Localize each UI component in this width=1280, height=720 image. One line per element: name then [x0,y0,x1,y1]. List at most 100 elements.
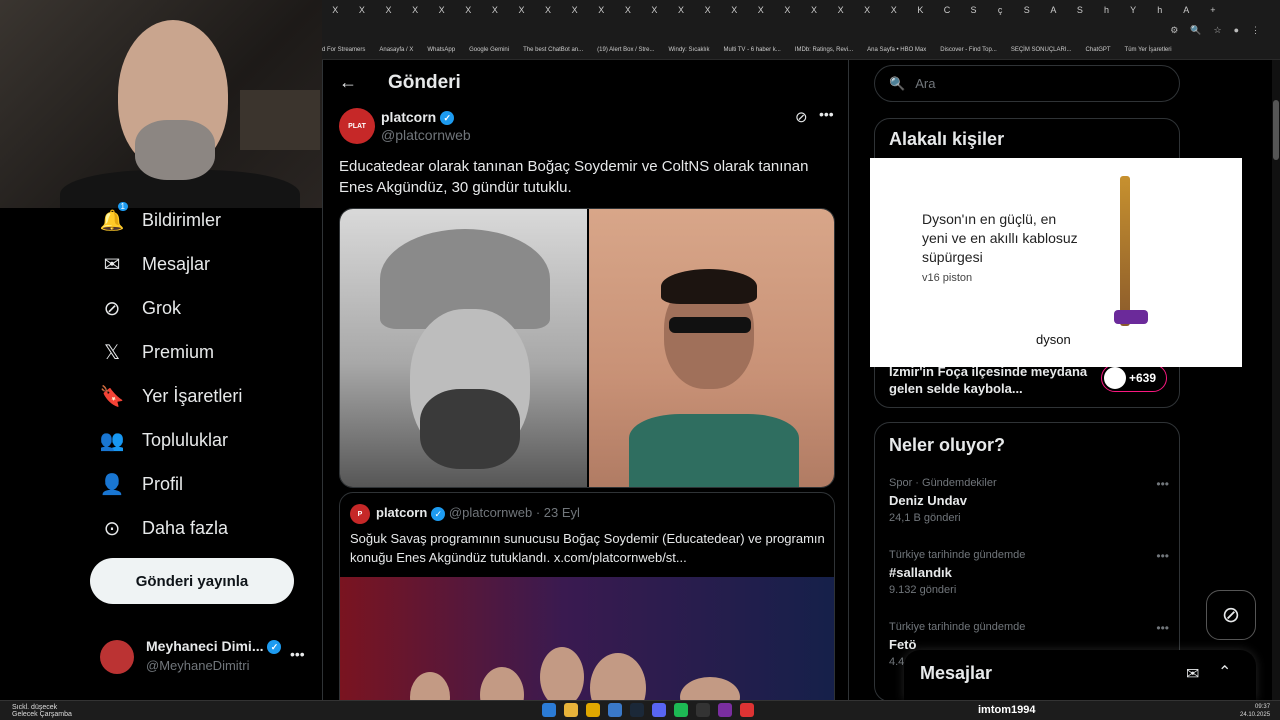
browser-tab[interactable]: X [615,5,642,15]
weather-widget[interactable]: Sıckl. düşecek Gelecek Çarşamba [12,704,72,718]
app-icon[interactable] [696,703,710,717]
tweet-author-name[interactable]: platcorn [381,109,436,125]
bookmark-item[interactable]: Anasayfa / X [379,47,413,53]
browser-tab[interactable]: X [482,5,509,15]
nav-messages[interactable]: ✉ Mesajlar [100,252,210,276]
browser-tab[interactable]: C [934,5,961,15]
bookmark-item[interactable]: The best ChatBot an... [523,47,583,53]
folder-icon[interactable] [586,703,600,717]
nav-more[interactable]: ⊙ Daha fazla [100,516,228,540]
nav-communities[interactable]: 👥 Topluluklar [100,428,229,452]
browser-tab[interactable]: X [588,5,615,15]
account-switcher[interactable]: Meyhaneci Dimi... ✓ @MeyhaneDimitri ••• [100,636,310,680]
extension-icon[interactable]: ⚙ [1170,25,1178,36]
browser-tab[interactable]: K [907,5,934,15]
browser-tab[interactable]: A [1173,5,1200,15]
dyson-ad-overlay[interactable]: Dyson'ın en güçlü, en yeni ve en akıllı … [870,158,1242,367]
browser-tab[interactable]: X [827,5,854,15]
grok-floating-button[interactable]: ⊘ [1206,590,1256,640]
browser-tab[interactable]: X [535,5,562,15]
bookmark-item[interactable]: SEÇİM SONUÇLARI... [1011,47,1072,53]
browser-tab[interactable]: X [455,5,482,15]
browser-tab[interactable]: ç [987,5,1014,15]
nav-premium[interactable]: 𝕏 Premium [100,340,214,364]
nav-profile[interactable]: 👤 Profil [100,472,183,496]
bookmark-item[interactable]: d For Streamers [322,47,365,53]
system-clock[interactable]: 09:37 24.10.2025 [1240,703,1270,719]
browser-tab[interactable]: X [641,5,668,15]
search-input[interactable]: 🔍 Ara [874,65,1180,102]
browser-tab[interactable]: X [694,5,721,15]
star-icon[interactable]: ☆ [1213,25,1221,36]
chrome-icon[interactable] [564,703,578,717]
tweet-photo-right[interactable] [589,209,834,487]
browser-tab[interactable]: X [748,5,775,15]
back-arrow-icon[interactable]: ← [339,72,357,93]
post-button[interactable]: Gönderi yayınla [90,558,294,604]
tweet-author-handle[interactable]: @platcornweb [381,127,471,143]
zoom-icon[interactable]: 🔍 [1190,25,1201,36]
tweet-author-row[interactable]: platcorn ✓ [381,109,455,126]
bookmark-item[interactable]: Ana Sayfa • HBO Max [867,47,926,53]
messages-drawer[interactable]: Mesajlar ✉ ⌃ [904,650,1256,700]
new-tab-button[interactable]: + [1200,5,1227,15]
trend-item[interactable]: Spor · Gündemdekiler Deniz Undav 24,1 B … [889,477,1169,524]
browser-tab[interactable]: X [402,5,429,15]
chevron-up-icon[interactable]: ⌃ [1218,662,1231,682]
nav-notifications[interactable]: 🔔 1 Bildirimler [100,202,221,232]
quote-photo[interactable] [340,577,834,700]
app-icon[interactable] [608,703,622,717]
grok-icon[interactable]: ⊘ [795,108,808,126]
bookmark-item[interactable]: WhatsApp [427,47,455,53]
tweet-avatar[interactable]: PLAT [339,108,375,144]
more-horizontal-icon[interactable]: ••• [1156,621,1169,635]
story-count-badge[interactable]: +639 [1101,364,1167,392]
more-horizontal-icon[interactable]: ••• [290,646,305,662]
menu-icon[interactable]: ⋮ [1251,25,1260,36]
browser-tab[interactable]: X [561,5,588,15]
more-horizontal-icon[interactable]: ••• [819,106,834,122]
bookmark-item[interactable]: Tüm Yer İşaretleri [1125,47,1172,53]
profile-icon[interactable]: ● [1234,25,1239,35]
browser-tab[interactable]: h [1093,5,1120,15]
browser-tab[interactable]: X [668,5,695,15]
trend-item[interactable]: Türkiye tarihinde gündemde #sallandık 9.… [889,549,1169,596]
browser-tab[interactable]: X [721,5,748,15]
discord-icon[interactable] [652,703,666,717]
browser-tab[interactable]: A [1040,5,1067,15]
bookmark-item[interactable]: Discover - Find Top... [940,47,997,53]
nav-bookmarks[interactable]: 🔖 Yer İşaretleri [100,384,243,408]
browser-tab[interactable]: X [508,5,535,15]
browser-tab[interactable]: S [1013,5,1040,15]
steam-icon[interactable] [630,703,644,717]
bookmark-item[interactable]: (19) Alert Box / Stre... [597,47,654,53]
browser-tab[interactable]: X [880,5,907,15]
browser-tab[interactable]: X [375,5,402,15]
browser-tab[interactable]: X [322,5,349,15]
bookmark-item[interactable]: Google Gemini [469,47,509,53]
bookmark-item[interactable]: Windy: Sıcaklık [669,47,710,53]
browser-tab[interactable]: X [349,5,376,15]
bookmark-item[interactable]: ChatGPT [1086,47,1111,53]
browser-tab[interactable]: X [801,5,828,15]
browser-tab[interactable]: S [1067,5,1094,15]
browser-tab[interactable]: h [1146,5,1173,15]
more-horizontal-icon[interactable]: ••• [1156,477,1169,491]
bookmark-item[interactable]: IMDb: Ratings, Revi... [795,47,853,53]
new-message-icon[interactable]: ✉ [1186,664,1199,684]
quoted-tweet[interactable]: P platcorn ✓ @platcornweb · 23 Eyl Soğuk … [339,492,835,700]
obs-icon[interactable] [718,703,732,717]
browser-tab[interactable]: X [854,5,881,15]
windows-start-icon[interactable] [542,703,556,717]
spotify-icon[interactable] [674,703,688,717]
more-horizontal-icon[interactable]: ••• [1156,549,1169,563]
browser-tab[interactable]: S [960,5,987,15]
browser-tab[interactable]: Y [1120,5,1147,15]
scrollbar-thumb[interactable] [1273,100,1279,160]
nav-grok[interactable]: ⊘ Grok [100,296,181,320]
browser-tab[interactable]: X [774,5,801,15]
scrollbar[interactable] [1272,60,1280,700]
app-icon[interactable] [740,703,754,717]
tweet-photo-left[interactable] [340,209,587,487]
tweet-media[interactable] [339,208,835,488]
